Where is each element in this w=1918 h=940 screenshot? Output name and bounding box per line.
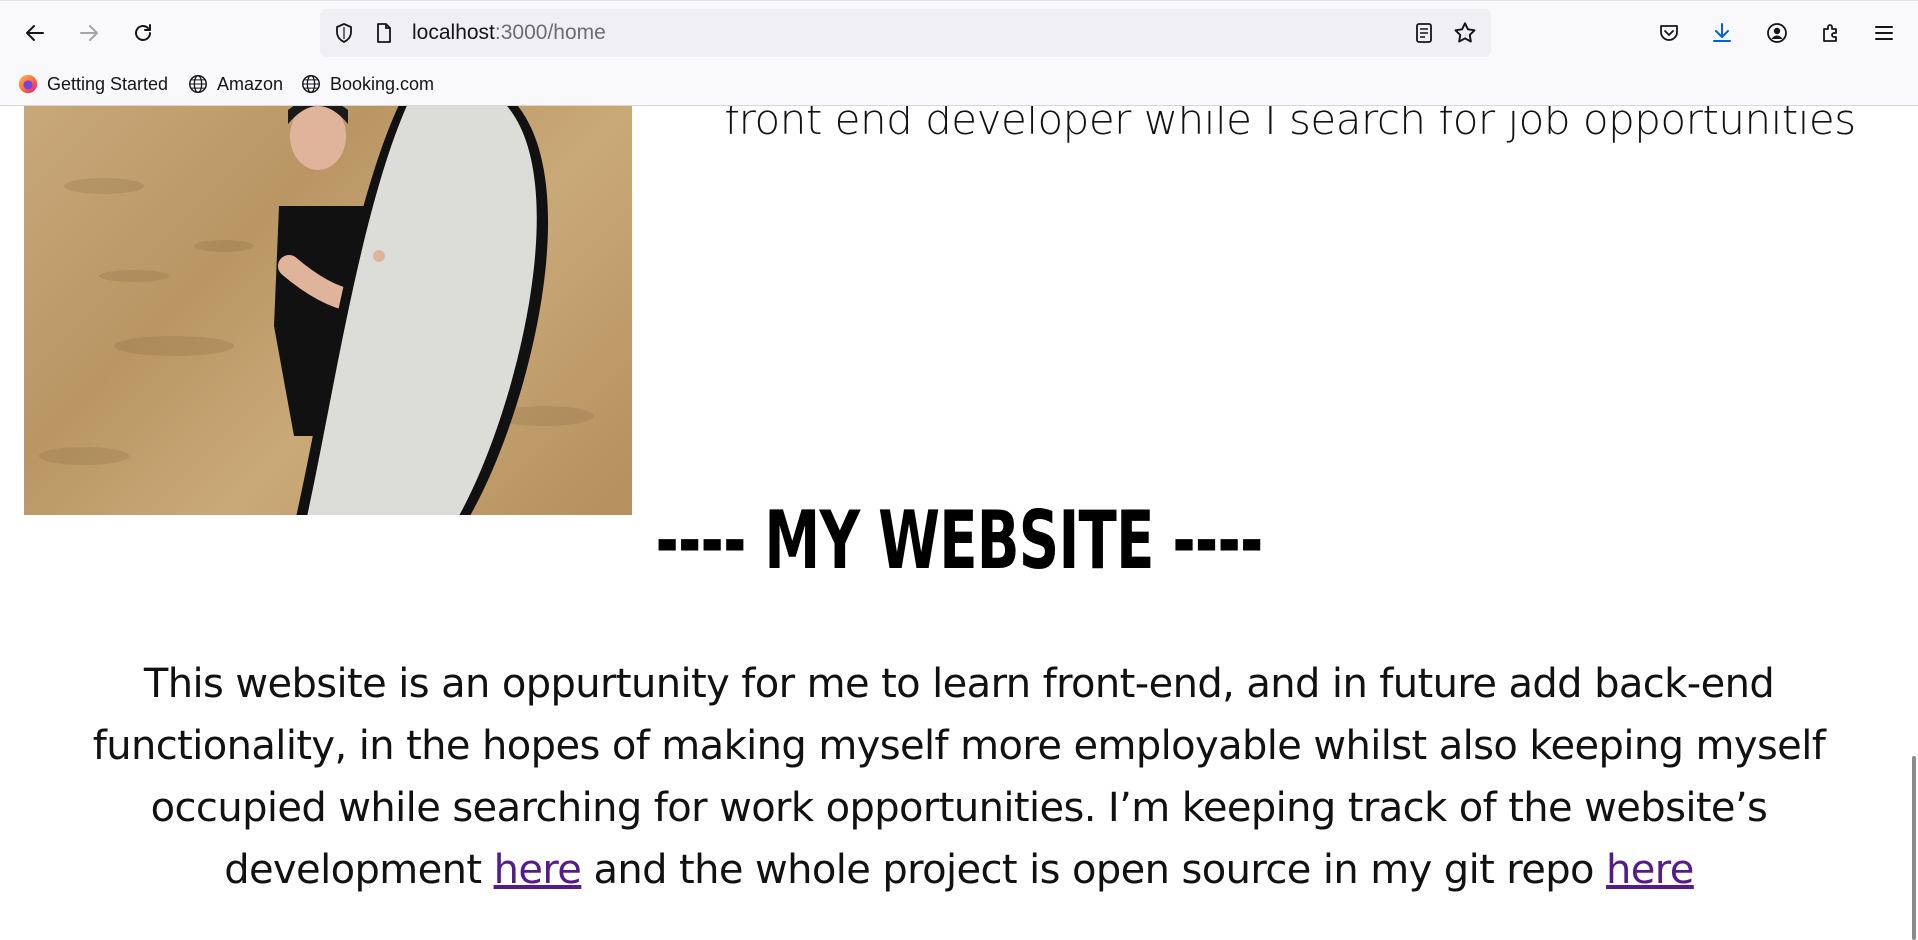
globe-icon bbox=[189, 75, 207, 93]
back-arrow-icon bbox=[26, 25, 44, 41]
account-button[interactable] bbox=[1759, 15, 1795, 51]
profile-photo bbox=[24, 106, 632, 515]
bookmark-label: Amazon bbox=[217, 73, 284, 94]
forward-arrow-icon bbox=[80, 25, 98, 41]
firefox-icon bbox=[18, 74, 38, 94]
bookmark-star-icon[interactable] bbox=[1452, 20, 1478, 46]
my-website-heading: ---- MY WEBSITE ---- bbox=[655, 494, 1263, 587]
website-description: This website is an oppurtunity for me to… bbox=[30, 653, 1888, 901]
bookmark-getting-started[interactable]: Getting Started bbox=[17, 70, 168, 98]
app-menu-button[interactable] bbox=[1866, 15, 1902, 51]
url-text[interactable]: localhost:3000/home bbox=[412, 20, 606, 46]
hamburger-menu-icon bbox=[1875, 26, 1893, 40]
downloads-button[interactable] bbox=[1704, 15, 1740, 51]
url-bar[interactable]: localhost:3000/home bbox=[320, 9, 1491, 57]
about-bio-text: journey in the tech industry. I'm develo… bbox=[724, 106, 1856, 144]
reload-button[interactable] bbox=[125, 15, 161, 51]
browser-toolbar: localhost:3000/home bbox=[0, 0, 1918, 65]
download-icon bbox=[1713, 23, 1731, 42]
pocket-icon bbox=[1660, 25, 1678, 41]
back-button[interactable] bbox=[17, 15, 53, 51]
tracking-protection-shield-icon[interactable] bbox=[332, 21, 356, 45]
bookmark-label: Getting Started bbox=[47, 73, 169, 94]
account-icon bbox=[1767, 23, 1787, 43]
page-viewport[interactable]: journey in the tech industry. I'm develo… bbox=[0, 106, 1918, 940]
page-info-icon[interactable] bbox=[372, 21, 396, 45]
forward-button[interactable] bbox=[71, 15, 107, 51]
pocket-button[interactable] bbox=[1651, 15, 1687, 51]
bookmarks-toolbar: Getting Started Amazon Booking.com bbox=[0, 64, 1918, 106]
bookmark-label: Booking.com bbox=[330, 73, 435, 94]
puzzle-piece-icon bbox=[1823, 24, 1837, 42]
bookmark-booking[interactable]: Booking.com bbox=[300, 70, 434, 98]
extensions-button[interactable] bbox=[1813, 15, 1849, 51]
reload-icon bbox=[135, 24, 151, 41]
development-log-link[interactable]: here bbox=[494, 847, 582, 893]
description-text-part-2: and the whole project is open source in … bbox=[581, 847, 1607, 893]
surfer-with-surfboard-image bbox=[39, 106, 594, 515]
page-scrollbar-thumb[interactable] bbox=[1912, 756, 1916, 940]
bookmark-amazon[interactable]: Amazon bbox=[187, 70, 283, 98]
git-repo-link[interactable]: here bbox=[1606, 847, 1694, 893]
reader-view-icon[interactable] bbox=[1412, 21, 1436, 45]
globe-icon bbox=[302, 75, 320, 93]
url-host: localhost bbox=[412, 21, 495, 44]
url-path: :3000/home bbox=[494, 21, 606, 44]
